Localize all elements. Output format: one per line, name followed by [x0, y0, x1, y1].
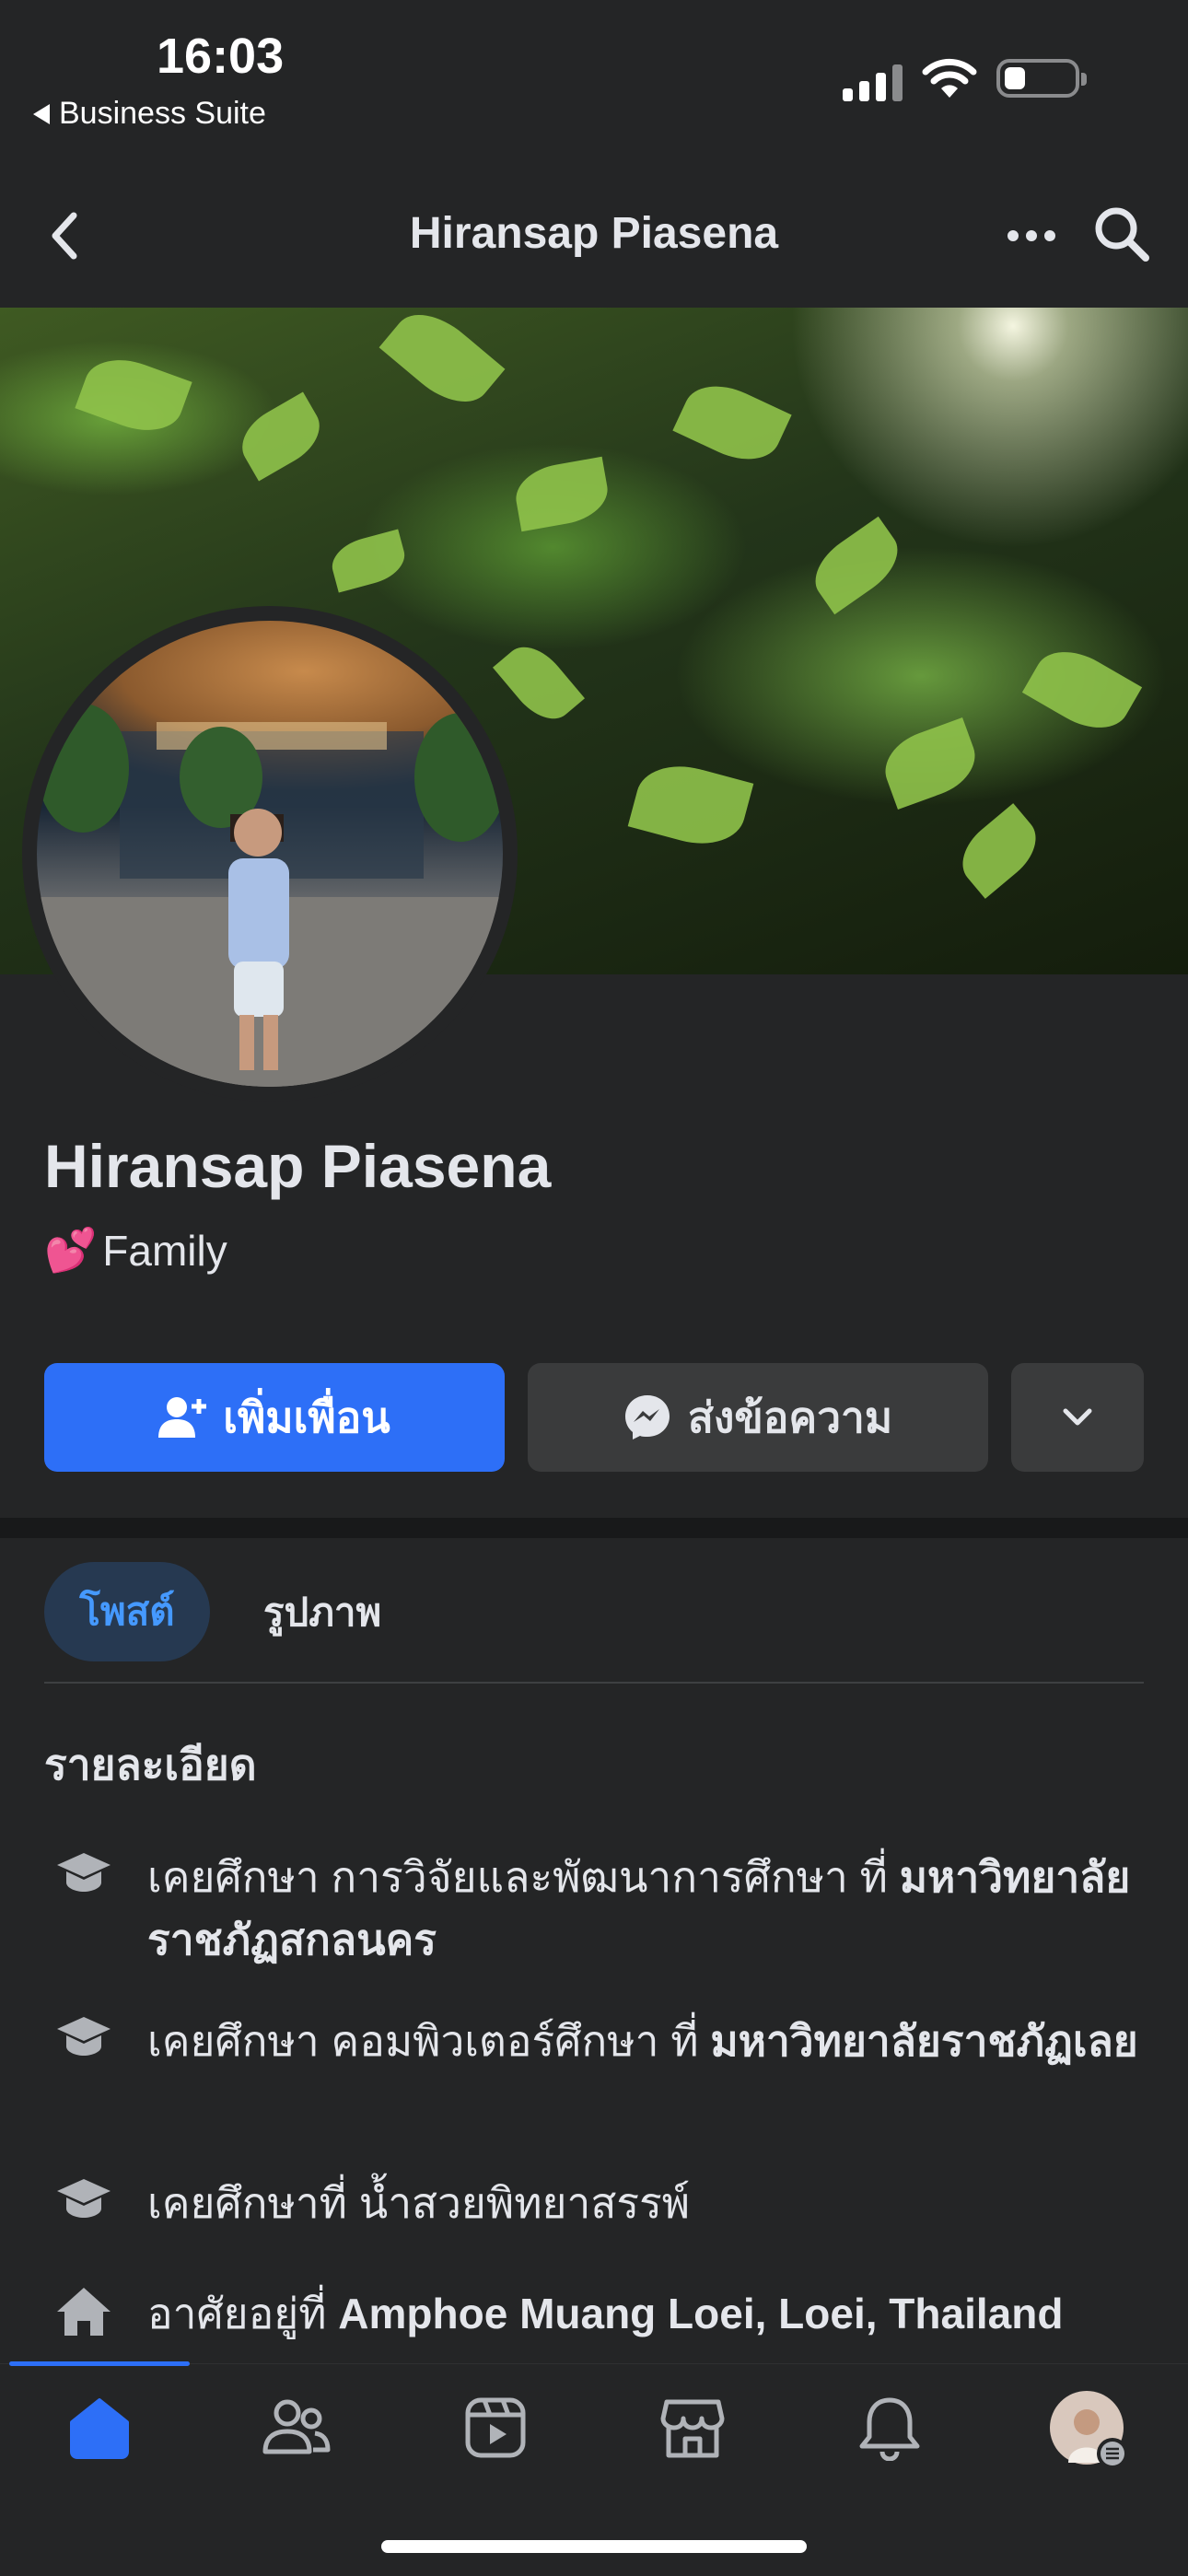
bell-icon[interactable] [856, 2395, 923, 2461]
search-icon[interactable] [1092, 204, 1151, 263]
detail-text: เคยศึกษาที่ น้ำสวยพิทยาสรรพ์ [147, 2179, 691, 2227]
details-heading: รายละเอียด [44, 1741, 257, 1789]
back-to-app-link[interactable]: Business Suite [33, 96, 266, 132]
relationship-text: Family [102, 1226, 227, 1275]
home-icon [57, 2288, 111, 2336]
detail-place[interactable]: Amphoe Muang Loei, Loei, Thailand [338, 2290, 1063, 2337]
profile-name: Hiransap Piasena [44, 1132, 552, 1200]
wifi-icon [922, 58, 977, 98]
more-options-icon[interactable] [1006, 214, 1057, 258]
send-message-label: ส่งข้อความ [687, 1393, 893, 1441]
tabs-divider [44, 1682, 1144, 1684]
home-icon[interactable] [66, 2395, 133, 2461]
detail-item-education-2: เคยศึกษา คอมพิวเตอร์ศึกษา ที่ มหาวิทยาลั… [55, 2010, 1151, 2072]
back-triangle-icon [33, 103, 50, 124]
messenger-icon [624, 1395, 670, 1440]
hearts-emoji-icon: 💕 [44, 1226, 98, 1274]
profile-menu-icon[interactable] [1048, 2389, 1131, 2472]
video-icon[interactable] [462, 2395, 529, 2461]
education-cap-icon [57, 2179, 111, 2218]
add-friend-icon [158, 1397, 207, 1438]
status-time: 16:03 [157, 29, 285, 84]
section-divider [0, 1518, 1188, 1538]
detail-item-education-1: เคยศึกษา การวิจัยและพัฒนาการศึกษา ที่ มห… [55, 1846, 1151, 1971]
detail-place[interactable]: มหาวิทยาลัยราชภัฏเลย [710, 2017, 1137, 2065]
education-cap-icon [57, 1853, 111, 1892]
marketplace-icon[interactable] [659, 2395, 726, 2461]
detail-item-residence: อาศัยอยู่ที่ Amphoe Muang Loei, Loei, Th… [55, 2282, 1151, 2345]
chevron-down-icon [1063, 1408, 1092, 1426]
detail-text: อาศัยอยู่ที่ [147, 2290, 339, 2337]
tab-posts[interactable]: โพสต์ [44, 1562, 210, 1661]
profile-picture[interactable] [37, 621, 503, 1087]
add-friend-label: เพิ่มเพื่อน [223, 1393, 390, 1441]
add-friend-button[interactable]: เพิ่มเพื่อน [44, 1363, 505, 1472]
tab-photos[interactable]: รูปภาพ [263, 1582, 381, 1643]
battery-icon [996, 59, 1087, 98]
profile-photo-illustration [37, 704, 503, 1087]
cellular-signal-icon [843, 63, 903, 101]
detail-text: เคยศึกษา คอมพิวเตอร์ศึกษา ที่ [147, 2017, 711, 2065]
friends-icon[interactable] [262, 2395, 332, 2461]
detail-item-education-3: เคยศึกษาที่ น้ำสวยพิทยาสรรพ์ [55, 2172, 1151, 2234]
relationship-label: 💕 Family [44, 1225, 227, 1276]
more-actions-button[interactable] [1011, 1363, 1144, 1472]
education-cap-icon [57, 2017, 111, 2056]
home-indicator[interactable] [381, 2540, 807, 2553]
send-message-button[interactable]: ส่งข้อความ [528, 1363, 988, 1472]
detail-text: เคยศึกษา การวิจัยและพัฒนาการศึกษา ที่ [147, 1853, 900, 1901]
nav-active-indicator [9, 2361, 190, 2366]
back-app-label: Business Suite [59, 96, 266, 131]
